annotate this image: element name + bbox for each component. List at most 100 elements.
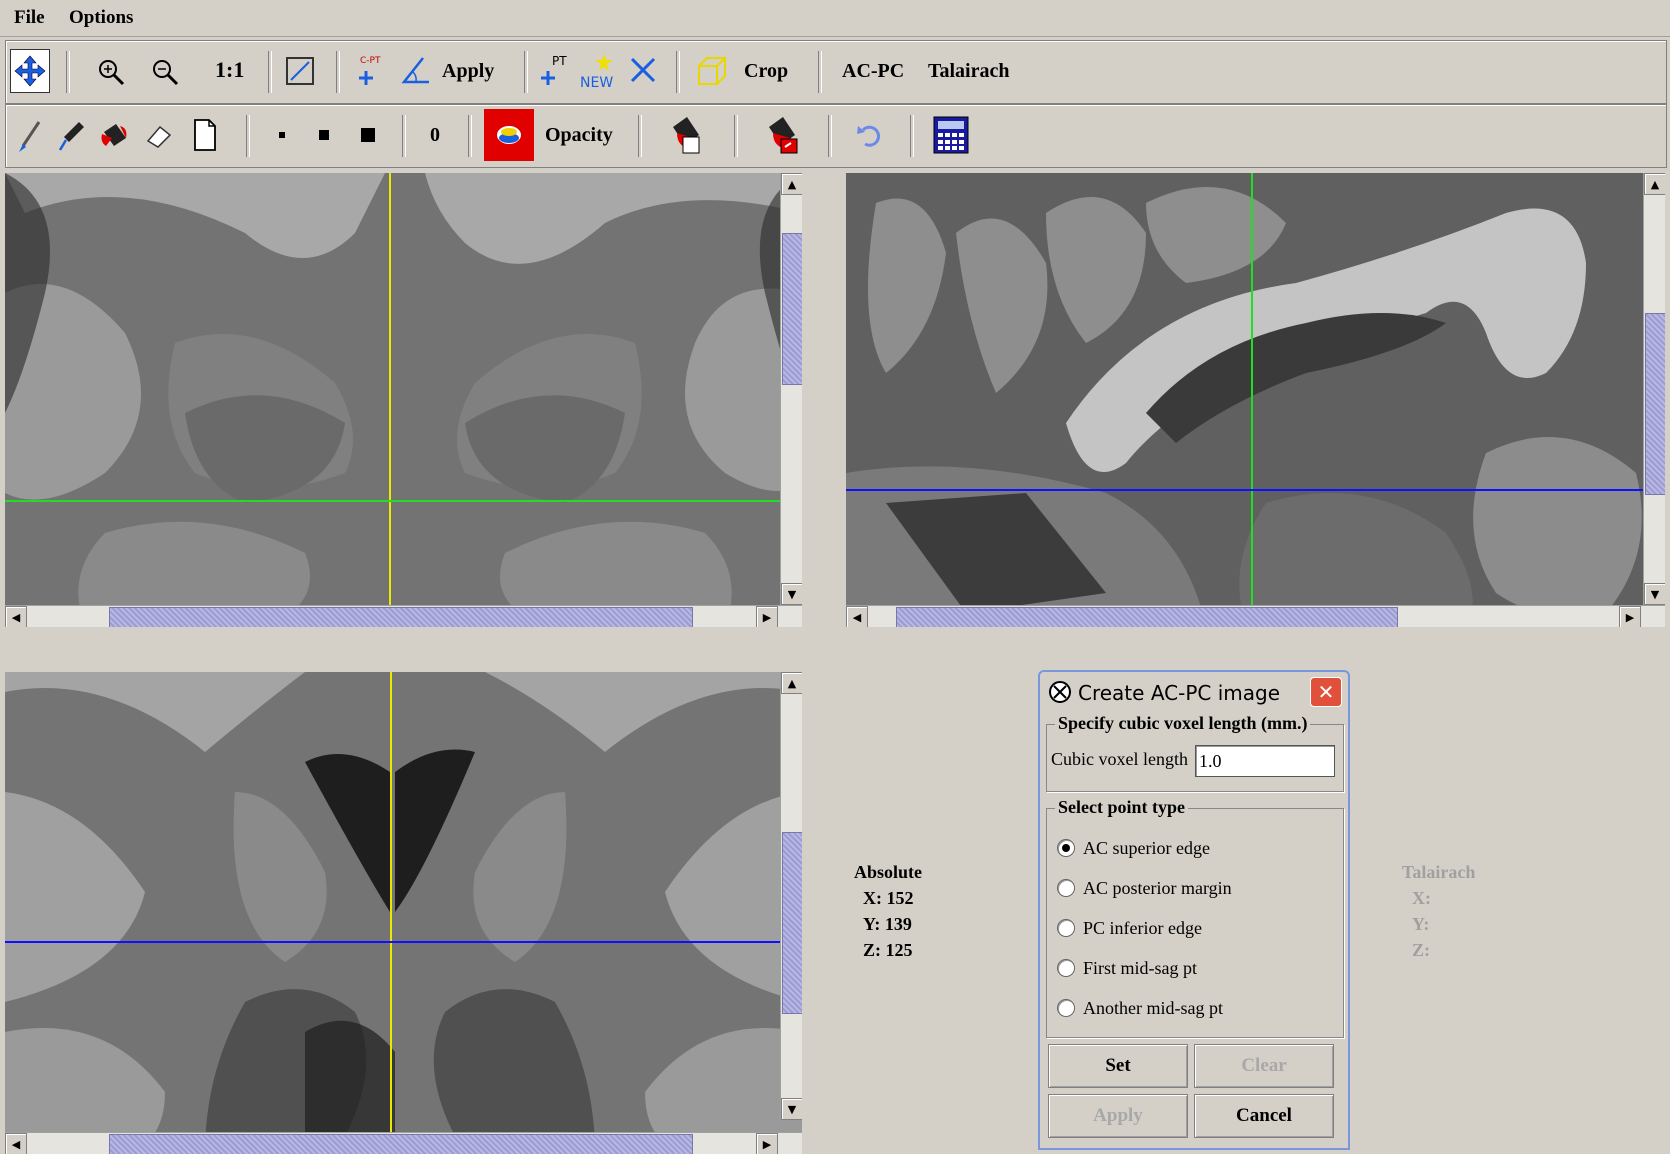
absolute-title: Absolute [854,862,923,882]
zoom-out-button[interactable] [148,55,182,89]
menu-bar: File Options [0,0,1670,37]
fill-bucket-button[interactable] [98,117,132,155]
paint-to-mask-button[interactable] [666,111,706,159]
coronal-horizontal-scrollbar[interactable]: ◀ ▶ [5,1132,802,1154]
scroll-right-arrow-icon[interactable]: ▶ [756,606,778,627]
talairach-button[interactable]: Talairach [928,60,1010,83]
cube-icon [698,57,726,85]
separator [828,115,832,157]
scroll-up-arrow-icon[interactable]: ▲ [781,672,802,694]
radio-another-mid-sag-pt[interactable]: Another mid-sag pt [1057,995,1223,1021]
scroll-left-arrow-icon[interactable]: ◀ [846,606,868,627]
calculator-icon [933,116,969,154]
voxel-length-input[interactable]: 1.0 [1195,745,1335,777]
scroll-right-arrow-icon[interactable]: ▶ [1619,606,1641,627]
scroll-up-arrow-icon[interactable]: ▲ [781,173,802,195]
commit-paint-button[interactable] [762,111,802,159]
rotate-angle-button[interactable] [398,53,432,89]
coronal-vertical-scrollbar[interactable]: ▲ ▼ [780,672,802,1120]
scroll-thumb[interactable] [1645,313,1665,495]
set-button[interactable]: Set [1048,1044,1188,1088]
linked-scroll-button[interactable] [282,53,318,89]
dialog-title-bar[interactable]: Create AC-PC image ✕ [1040,672,1348,710]
move-tool-button[interactable] [10,49,50,93]
voxel-group-title: Specify cubic voxel length (mm.) [1055,713,1311,734]
scroll-thumb[interactable] [896,607,1398,627]
eyedropper-icon [58,122,84,151]
scroll-left-arrow-icon[interactable]: ◀ [5,606,27,627]
new-star-icon: NEW [580,53,613,91]
color-swatch-button[interactable] [484,109,534,161]
scroll-thumb[interactable] [782,233,802,385]
brush-large-button[interactable] [358,123,378,147]
paint-value-label[interactable]: 0 [430,124,440,147]
main-toolbar: 1:1 C-PT Apply PT NEW Crop AC-PC Talaira… [5,40,1667,104]
separator [268,51,272,93]
sagittal-image-view[interactable]: ▲ ▼ ◀ ▶ [846,173,1665,627]
calculator-button[interactable] [930,113,972,157]
radio-pc-inferior-edge[interactable]: PC inferior edge [1057,915,1202,941]
zoom-one-to-one-button[interactable]: 1:1 [215,57,244,83]
point-type-group: Select point type AC superior edge AC po… [1046,797,1344,1038]
coronal-image-view[interactable]: ▲ ▼ ◀ ▶ [5,672,802,1154]
point-group-title: Select point type [1055,797,1188,818]
brush-small-button[interactable] [274,125,290,145]
new-mask-button[interactable] [190,115,220,155]
crop-button[interactable]: Crop [744,60,788,83]
axial-vertical-scrollbar[interactable]: ▲ ▼ [780,173,802,605]
separator [734,115,738,157]
clear-button[interactable]: Clear [1194,1044,1334,1088]
apply-button[interactable]: Apply [1048,1094,1188,1138]
radio-label: First mid-sag pt [1083,957,1198,978]
dropper-button[interactable] [56,117,88,155]
scroll-thumb[interactable] [109,1134,693,1154]
scroll-up-arrow-icon[interactable]: ▲ [1644,173,1665,195]
radio-first-mid-sag-pt[interactable]: First mid-sag pt [1057,955,1197,981]
menu-options[interactable]: Options [69,7,133,29]
eraser-icon [146,125,172,148]
diagonal-box-icon [286,57,314,85]
scroll-thumb[interactable] [782,832,802,1014]
close-button[interactable]: ✕ [1310,677,1342,707]
separator [402,115,406,157]
cancel-button[interactable]: Cancel [1194,1094,1334,1138]
scroll-left-arrow-icon[interactable]: ◀ [5,1133,27,1154]
radio-label: Another mid-sag pt [1083,997,1223,1018]
small-square-icon [279,132,285,138]
sagittal-brain-image [846,173,1665,627]
sagittal-horizontal-scrollbar[interactable]: ◀ ▶ [846,605,1665,627]
axial-horizontal-scrollbar[interactable]: ◀ ▶ [5,605,802,627]
move-arrows-icon [14,55,46,87]
apply-transform-button[interactable]: Apply [442,60,494,83]
new-badge: NEW [580,75,613,91]
axial-image-view[interactable]: ▲ ▼ ◀ ▶ [5,173,802,627]
scroll-down-arrow-icon[interactable]: ▼ [781,1098,802,1120]
opacity-button[interactable]: Opacity [545,124,613,147]
menu-file[interactable]: File [14,7,45,29]
add-center-point-button[interactable]: C-PT [356,51,390,91]
acpc-button[interactable]: AC-PC [842,60,904,83]
paint-toolbar: 0 Opacity [5,104,1667,168]
dialog-app-icon [1049,681,1071,703]
crop-box-button[interactable] [694,53,730,89]
radio-ac-posterior-margin[interactable]: AC posterior margin [1057,875,1232,901]
scroll-down-arrow-icon[interactable]: ▼ [1644,583,1665,605]
zoom-in-button[interactable] [94,55,128,89]
absolute-x: X: 152 [863,888,914,908]
talairach-y: Y: [1412,914,1430,934]
radio-selected-icon [1057,839,1075,857]
undo-button[interactable] [852,119,886,153]
scroll-right-arrow-icon[interactable]: ▶ [756,1133,778,1154]
paint-brush-button[interactable] [14,117,46,155]
radio-ac-superior-edge[interactable]: AC superior edge [1057,835,1210,861]
new-point-button[interactable]: NEW [578,49,618,93]
talairach-title: Talairach [1402,862,1476,882]
separator [638,115,642,157]
scroll-thumb[interactable] [109,607,693,627]
brush-medium-button[interactable] [316,125,332,145]
delete-point-button[interactable] [626,51,660,89]
eraser-button[interactable] [142,117,176,155]
scroll-down-arrow-icon[interactable]: ▼ [781,583,802,605]
add-point-button[interactable]: PT [540,51,570,91]
sagittal-vertical-scrollbar[interactable]: ▲ ▼ [1643,173,1665,605]
